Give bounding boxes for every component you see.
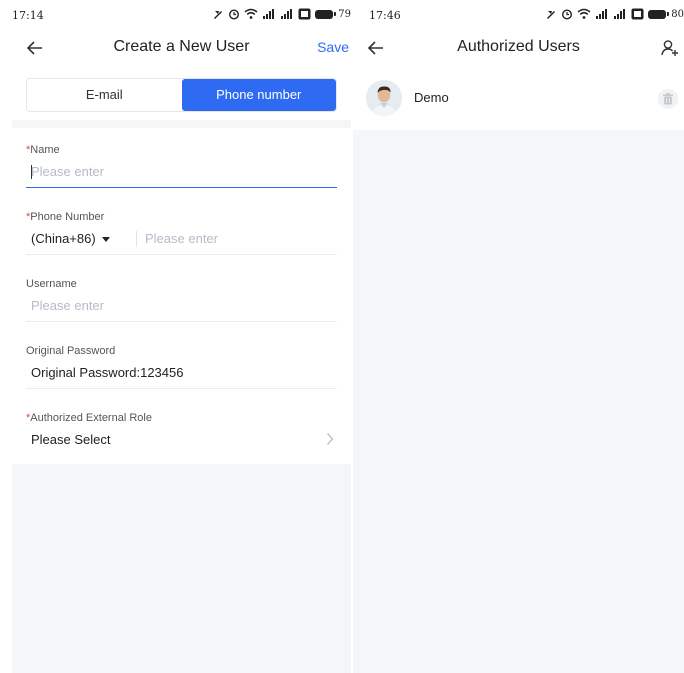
role-label: Authorized External Role: [30, 412, 152, 424]
username-underline: [26, 321, 337, 322]
nfc-icon: [631, 8, 644, 20]
trash-icon: [663, 93, 673, 105]
wifi-icon: [577, 8, 591, 19]
phone-input[interactable]: Please enter: [145, 231, 218, 246]
role-select[interactable]: Please Select: [31, 432, 111, 447]
page-title: Authorized Users: [457, 38, 580, 55]
tab-email[interactable]: E-mail: [27, 79, 182, 111]
battery-icon: 80: [648, 9, 684, 20]
save-button[interactable]: Save: [317, 39, 349, 55]
dropdown-triangle-icon: [101, 236, 110, 242]
password-label: Original Password: [26, 345, 116, 357]
password-value: Original Password:123456: [31, 365, 184, 380]
name-input[interactable]: Please enter: [31, 164, 104, 179]
name-label: Name: [30, 144, 60, 156]
mute-icon: [214, 11, 223, 19]
status-bar: 17:46 80: [353, 0, 684, 30]
username-field[interactable]: Username Please enter: [26, 262, 337, 322]
divider: [136, 231, 137, 247]
nav-bar: Authorized Users: [353, 30, 684, 66]
country-code-value: (China+86): [31, 231, 96, 246]
create-user-screen: 17:14 79 Create a New User Save E-mail P…: [12, 0, 351, 673]
status-bar: 17:14 79: [12, 0, 351, 30]
name-field[interactable]: *Name Please enter: [26, 128, 337, 188]
status-icons: 79: [212, 7, 351, 21]
phone-label: Phone Number: [30, 211, 105, 223]
avatar: [366, 80, 402, 116]
alarm-icon: [562, 9, 573, 20]
username-label: Username: [26, 278, 77, 290]
name-underline: [26, 187, 337, 188]
login-type-segment: E-mail Phone number: [12, 66, 351, 120]
battery-icon: 79: [315, 9, 351, 20]
user-name: Demo: [414, 90, 449, 105]
add-user-icon[interactable]: [660, 38, 680, 58]
username-input[interactable]: Please enter: [31, 298, 104, 313]
battery-level: 80: [671, 8, 684, 20]
battery-level: 79: [338, 8, 351, 20]
country-code-select[interactable]: (China+86): [31, 231, 110, 246]
password-underline: [26, 388, 337, 389]
tab-phone-number[interactable]: Phone number: [181, 79, 336, 111]
phone-underline: [26, 254, 337, 255]
user-form: *Name Please enter *Phone Number (China+…: [12, 128, 351, 464]
list-item[interactable]: Demo: [353, 66, 684, 130]
status-icons: 80: [545, 7, 684, 21]
status-time: 17:14: [12, 9, 44, 22]
signal-icon: [263, 9, 275, 19]
authorized-users-screen: 17:46 80 Authorized Users Demo: [353, 0, 684, 673]
status-time: 17:46: [369, 9, 401, 22]
password-field: Original Password Original Password:1234…: [26, 329, 337, 389]
delete-user-button[interactable]: [658, 89, 678, 109]
page-title: Create a New User: [113, 38, 250, 55]
alarm-icon: [229, 9, 240, 20]
signal-icon-2: [281, 9, 293, 19]
chevron-right-icon: [327, 433, 334, 445]
role-field[interactable]: *Authorized External Role Please Select: [26, 396, 337, 456]
signal-icon-2: [614, 9, 626, 19]
nfc-icon: [298, 8, 311, 20]
user-photo-icon: [366, 80, 402, 116]
nav-bar: Create a New User Save: [12, 30, 351, 66]
signal-icon: [596, 9, 608, 19]
phone-field[interactable]: *Phone Number (China+86) Please enter: [26, 195, 337, 255]
wifi-icon: [244, 8, 258, 19]
mute-icon: [547, 11, 556, 19]
